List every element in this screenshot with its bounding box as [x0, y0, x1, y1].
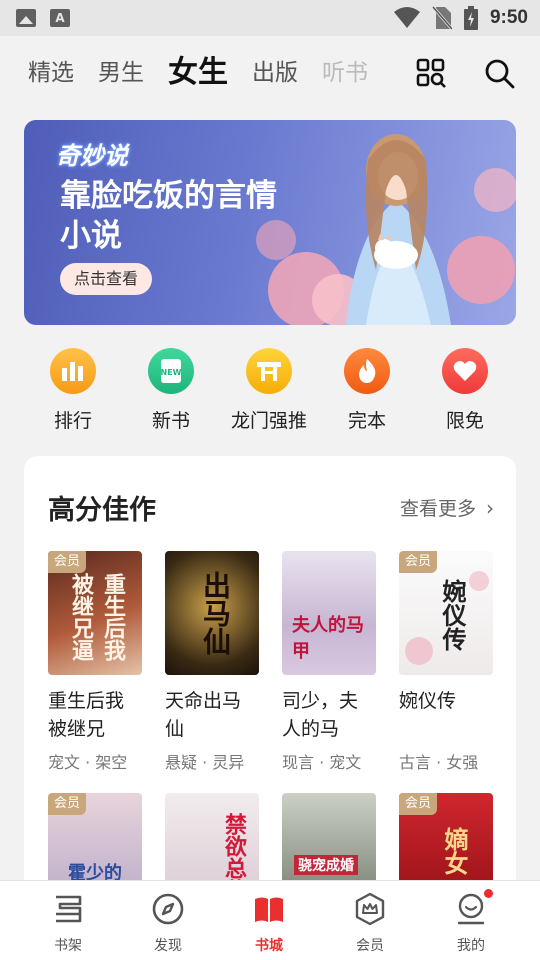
channel-tab-bar: 精选 男生 女生 出版 听书 — [0, 36, 540, 110]
heart-icon — [442, 348, 488, 394]
book-tags: 宠文 · 架空 — [48, 753, 128, 772]
shortcut-new-books[interactable]: NEW 新书 — [131, 348, 211, 433]
cover-title: 重生后我被继兄逼 — [68, 573, 125, 661]
book-title: 重生后我被继兄逼… — [48, 690, 125, 740]
nav-discover[interactable]: 发现 — [138, 891, 198, 955]
svg-text:NEW: NEW — [161, 368, 182, 377]
banner-illustration — [256, 134, 516, 325]
image-notification-icon — [16, 9, 36, 27]
tab-male[interactable]: 男生 — [98, 54, 144, 92]
banner-view-button[interactable]: 点击查看 — [60, 263, 153, 295]
chevron-right-icon: › — [486, 496, 494, 520]
cover-title: 夫人的马甲 — [292, 615, 364, 662]
cover-title: 骁宠成婚 — [294, 855, 358, 875]
bookshelf-icon — [56, 895, 82, 923]
book-item[interactable]: 重生后我被继兄逼 会员 重生后我被继兄逼… 宠文 · 架空 — [48, 551, 142, 773]
view-more-label: 查看更多 — [399, 498, 476, 520]
cover-title: 嫡女 — [440, 827, 468, 875]
nav-membership[interactable]: 会员 — [340, 891, 400, 955]
book-title: 天命出马仙 — [165, 690, 242, 740]
book-tags: 悬疑 · 灵异 — [165, 753, 245, 772]
book-tags: 现言 · 宠文 — [282, 753, 362, 772]
compass-icon — [152, 893, 184, 925]
shortcut-label: 龙门强推 — [230, 410, 307, 432]
clock: 9:50 — [489, 7, 528, 28]
vip-badge: 会员 — [48, 551, 87, 573]
banner-title: 靠脸吃饭的言情小说 — [60, 178, 277, 254]
tab-published[interactable]: 出版 — [252, 54, 298, 92]
view-more-link[interactable]: 查看更多 › — [400, 494, 494, 521]
banner-logo: 奇妙说 — [56, 142, 128, 170]
section-title: 高分佳作 — [48, 495, 156, 526]
book-cover: 重生后我被继兄逼 会员 — [48, 551, 142, 675]
status-bar: A 9:50 — [0, 0, 540, 36]
tab-featured[interactable]: 精选 — [28, 54, 74, 92]
cover-title: 出马仙 — [199, 571, 232, 655]
new-book-icon: NEW — [148, 348, 194, 394]
book-cover: 出马仙 — [165, 551, 259, 675]
battery-icon — [463, 6, 478, 30]
bookstore-icon — [255, 897, 283, 922]
nav-label: 发现 — [154, 938, 182, 954]
nav-label: 书城 — [255, 938, 283, 954]
profile-icon — [457, 893, 485, 925]
promo-banner[interactable]: 奇妙说 靠脸吃饭的言情小说 点击查看 — [24, 120, 516, 325]
vip-badge: 会员 — [399, 793, 438, 815]
shortcut-label: 新书 — [151, 410, 190, 432]
gate-icon — [246, 348, 292, 394]
tab-female[interactable]: 女生 — [168, 54, 228, 92]
cover-title: 婉仪传 — [438, 579, 466, 651]
app-notification-icon: A — [50, 9, 70, 27]
book-title: 婉仪传 — [399, 690, 457, 712]
shortcut-longmen-recommend[interactable]: 龙门强推 — [229, 348, 309, 433]
nav-bookshelf[interactable]: 书架 — [38, 891, 98, 955]
book-cover: 婉仪传 会员 — [399, 551, 493, 675]
crown-badge-icon — [355, 892, 385, 926]
bar-chart-icon — [50, 348, 96, 394]
shortcut-label: 排行 — [53, 410, 92, 432]
nav-label: 我的 — [457, 938, 485, 954]
nav-label: 书架 — [54, 938, 82, 954]
no-sim-icon — [431, 6, 452, 30]
shortcut-limited-free[interactable]: 限免 — [425, 348, 505, 433]
nav-label: 会员 — [356, 938, 384, 954]
shortcut-ranking[interactable]: 排行 — [33, 348, 113, 433]
book-title: 司少，夫人的马甲… — [282, 690, 359, 740]
book-item[interactable]: 出马仙 天命出马仙 悬疑 · 灵异 — [165, 551, 259, 773]
book-tags: 古言 · 女强 — [399, 753, 479, 772]
notification-dot — [484, 889, 493, 898]
book-item[interactable]: 婉仪传 会员 婉仪传 古言 · 女强 — [399, 551, 493, 773]
shortcut-label: 限免 — [445, 410, 484, 432]
category-grid-icon[interactable] — [416, 58, 446, 88]
book-cover: 夫人的马甲 — [282, 551, 376, 675]
flame-icon — [344, 348, 390, 394]
nav-bookstore[interactable]: 书城 — [239, 891, 299, 955]
vip-badge: 会员 — [399, 551, 438, 573]
shortcut-completed[interactable]: 完本 — [327, 348, 407, 433]
wifi-icon — [393, 7, 420, 28]
book-item[interactable]: 夫人的马甲 司少，夫人的马甲… 现言 · 宠文 — [282, 551, 376, 773]
tab-audiobook[interactable]: 听书 — [322, 54, 368, 92]
nav-profile[interactable]: 我的 — [441, 889, 501, 955]
bottom-navigation: 书架 发现 书城 会员 我的 — [0, 880, 540, 960]
category-shortcuts: 排行 NEW 新书 龙门强推 完本 限免 — [0, 348, 540, 438]
vip-badge: 会员 — [48, 793, 87, 815]
shortcut-label: 完本 — [347, 410, 386, 432]
search-icon[interactable] — [483, 57, 515, 89]
